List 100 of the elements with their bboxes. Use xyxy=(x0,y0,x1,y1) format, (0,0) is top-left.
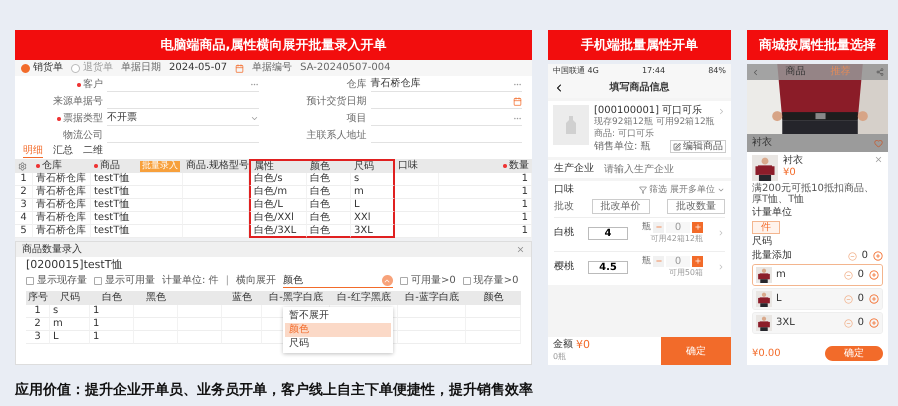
carrier-text: 中国联通 4G xyxy=(553,65,599,77)
column-header: 口味 xyxy=(398,160,418,172)
quantity-text: 0 xyxy=(862,250,868,262)
calendar-icon[interactable] xyxy=(513,96,522,106)
checkbox[interactable] xyxy=(400,277,408,285)
table-cell: testT恤 xyxy=(91,225,183,238)
table-cell xyxy=(183,212,249,225)
column-header: 商品.规格型号 xyxy=(186,160,250,172)
table-cell: 白色/m xyxy=(249,186,307,199)
plus-icon[interactable] xyxy=(869,294,879,304)
table-cell: 1 xyxy=(90,331,134,344)
batch-label: 批改 xyxy=(554,200,574,212)
minus-button[interactable] xyxy=(653,222,664,232)
minus-icon[interactable] xyxy=(848,252,857,260)
size-item[interactable]: 3XL 0 xyxy=(752,312,883,334)
share-icon[interactable] xyxy=(876,68,884,76)
field-label: 仓库 xyxy=(346,78,366,90)
form-field[interactable]: 青石桥仓库 xyxy=(370,77,522,92)
bottle-icon xyxy=(564,116,578,134)
minus-icon[interactable] xyxy=(844,318,853,328)
product-name: [000100001] 可口可乐 xyxy=(594,105,702,116)
row-number: 2 xyxy=(15,186,33,199)
row-number: 1 xyxy=(15,173,33,186)
close-icon[interactable] xyxy=(516,245,525,254)
form-field[interactable]: 不开票 xyxy=(107,111,258,126)
quantity-text: 0 xyxy=(858,269,864,281)
price-field[interactable]: 4 xyxy=(588,226,628,240)
page-title: 填写商品信息 xyxy=(610,82,670,94)
heart-icon[interactable] xyxy=(874,138,883,148)
checkbox[interactable] xyxy=(94,277,102,285)
checkbox-label: 现存量>0 xyxy=(474,275,518,287)
minus-icon[interactable] xyxy=(844,270,853,280)
flavor-name: 樱桃 xyxy=(554,261,574,273)
size-label: 尺码 xyxy=(752,236,773,248)
chevron-right-icon[interactable] xyxy=(717,106,726,116)
table-cell: 青石桥仓库 xyxy=(33,199,91,212)
unit-text: 瓶 xyxy=(642,255,651,267)
batch-edit-button[interactable]: 批改数量 xyxy=(667,199,725,214)
size-item[interactable]: m 0 xyxy=(752,264,883,286)
table-cell: s xyxy=(50,305,90,318)
table-cell: 白色/L xyxy=(249,199,307,212)
table-cell: 白色 xyxy=(307,186,351,199)
table-cell: testT恤 xyxy=(91,186,183,199)
separator: | xyxy=(226,275,229,287)
table-cell: s xyxy=(351,173,395,186)
nav-tab[interactable]: 商品 xyxy=(785,66,806,78)
panel-heading: 手机端批量属性开单 xyxy=(548,30,731,60)
header-cell: 白-黑字白底 xyxy=(262,291,330,305)
field-label: 物流公司 xyxy=(63,130,103,142)
plus-button[interactable] xyxy=(692,222,703,232)
checkbox-label: 显示现存量 xyxy=(37,275,87,287)
collapse-button[interactable] xyxy=(382,275,393,286)
chevron-right-icon[interactable] xyxy=(717,263,725,271)
settings-icon[interactable] xyxy=(18,162,27,170)
field-label: 主联系人地址 xyxy=(306,130,366,142)
close-icon[interactable] xyxy=(874,155,883,164)
checkbox-label: 可用量>0 xyxy=(410,275,456,287)
price-field[interactable]: 4.5 xyxy=(588,260,628,274)
chevron-down-icon[interactable] xyxy=(717,186,725,194)
table-cell: 青石桥仓库 xyxy=(33,186,91,199)
plus-icon[interactable] xyxy=(873,251,883,261)
tab[interactable]: 汇总 xyxy=(53,145,73,158)
checkbox[interactable] xyxy=(462,277,471,285)
minus-icon[interactable] xyxy=(844,294,853,304)
minus-button[interactable] xyxy=(653,256,664,266)
table-cell xyxy=(183,186,249,199)
unit-select[interactable]: 销售单位: 瓶 xyxy=(594,140,651,152)
size-item[interactable]: L 0 xyxy=(752,288,883,310)
field-label: 项目 xyxy=(346,112,366,124)
size-name: 3XL xyxy=(776,317,795,329)
date-value: 2024-05-07 xyxy=(169,62,228,74)
table-cell: 1 xyxy=(439,225,532,238)
table-cell: 1 xyxy=(439,212,532,225)
table-cell xyxy=(183,199,249,212)
plus-icon[interactable] xyxy=(869,270,879,280)
filter-link[interactable]: 筛选 展开多单位 xyxy=(649,184,715,196)
table-cell xyxy=(395,186,439,199)
field-label: 预计交货日期 xyxy=(306,96,366,108)
row-number: 4 xyxy=(15,212,33,225)
tab[interactable]: 明细 xyxy=(23,145,43,158)
table-cell: 1 xyxy=(439,173,532,186)
expand-label: 横向展开 xyxy=(236,275,276,287)
tab[interactable]: 二维 xyxy=(83,145,103,158)
expand-select[interactable]: 颜色 xyxy=(282,274,393,288)
size-name: m xyxy=(776,269,786,281)
date-label: 单据日期 xyxy=(121,62,161,74)
calendar-icon[interactable] xyxy=(235,64,244,72)
chevron-right-icon[interactable] xyxy=(717,229,725,237)
plus-icon[interactable] xyxy=(869,318,879,328)
table-cell xyxy=(395,199,439,212)
header-cell: 蓝色 xyxy=(222,291,262,305)
checkbox[interactable] xyxy=(26,277,34,285)
product-title: 衬衣 xyxy=(752,137,772,149)
edit-product-button[interactable]: 编辑商品 xyxy=(670,140,726,153)
bill-type-radio[interactable]: 销货单 xyxy=(21,62,63,74)
plus-button[interactable] xyxy=(692,256,703,266)
battery-text: 84% xyxy=(708,65,726,77)
batch-edit-button[interactable]: 批改单价 xyxy=(592,199,650,214)
column-header: 尺码 xyxy=(354,161,374,173)
filter-icon[interactable] xyxy=(639,186,648,194)
